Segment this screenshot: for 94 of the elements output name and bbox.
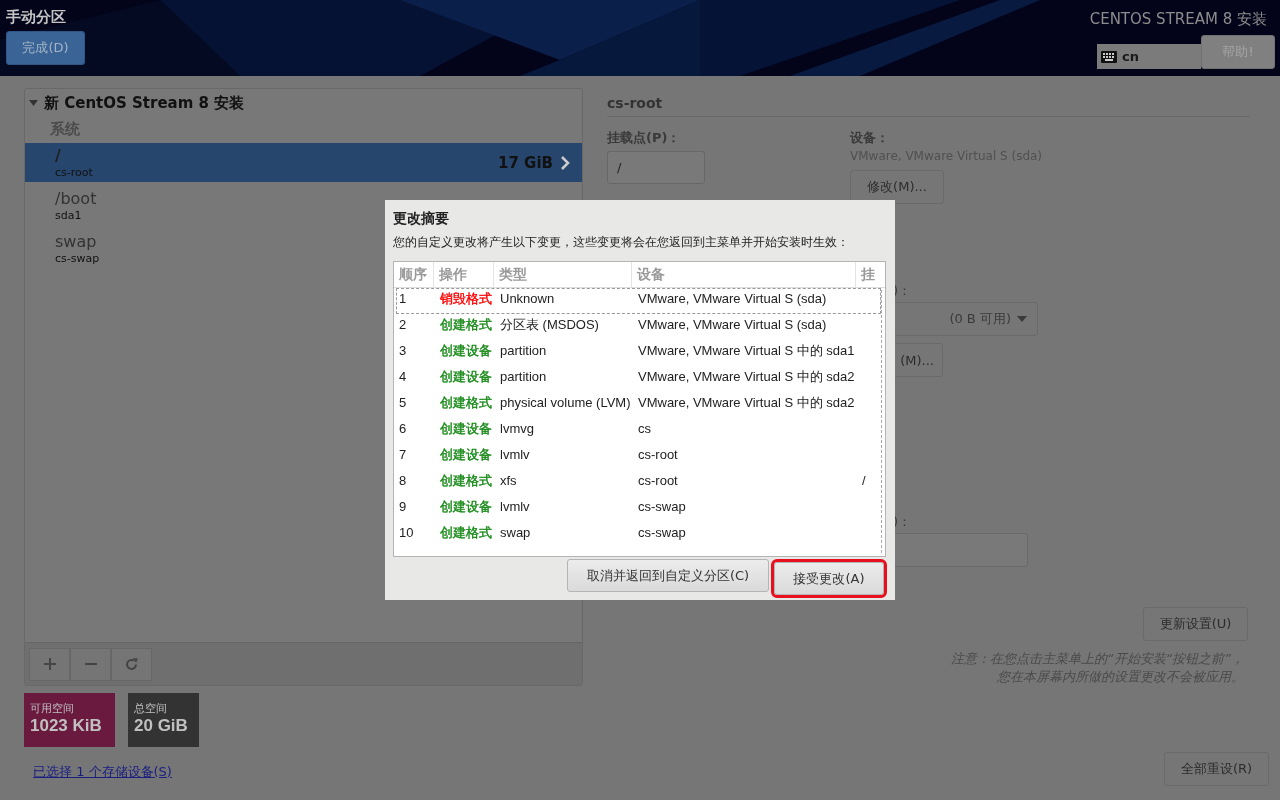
table-cell-text: 4 bbox=[398, 368, 408, 386]
expanded-arrow-icon[interactable] bbox=[29, 99, 39, 107]
table-cell-text: 6 bbox=[398, 420, 408, 438]
field-label: 挂载点(P)： bbox=[607, 129, 682, 147]
table-cell-text: partition bbox=[499, 342, 548, 360]
table-cell-text: 3 bbox=[398, 342, 408, 360]
table-cell-text: 创建设备 bbox=[439, 368, 493, 386]
table-cell-text: 销毁格式 bbox=[439, 290, 493, 308]
partition-name: cs-root bbox=[607, 94, 664, 113]
mount-point-label: /boot bbox=[55, 189, 97, 209]
remove-button[interactable] bbox=[70, 647, 111, 681]
minus-icon bbox=[84, 663, 97, 665]
table-cell-text: 10 bbox=[398, 524, 415, 542]
modify-button[interactable]: 修改(M)... bbox=[850, 170, 944, 204]
table-cell-text: cs-swap bbox=[637, 498, 687, 516]
partition-size: 17 GiB bbox=[498, 153, 553, 172]
chevron-right-icon bbox=[561, 155, 570, 170]
table-cell-text: lvmvg bbox=[499, 420, 535, 438]
table-cell-text: xfs bbox=[499, 472, 518, 490]
table-row[interactable]: 3 创建设备 partition VMware, VMware Virtual S 中的 sda1 bbox=[396, 340, 881, 366]
table-row[interactable]: 6 创建设备 lvmvg cs bbox=[396, 418, 881, 444]
table-cell-text: 创建设备 bbox=[439, 342, 493, 360]
table-cell-text: partition bbox=[499, 368, 548, 386]
refresh-icon bbox=[125, 657, 138, 671]
table-cell-text: swap bbox=[499, 524, 532, 542]
column-header[interactable]: 挂 bbox=[856, 262, 885, 287]
table-cell-text: 7 bbox=[398, 446, 408, 464]
table-cell-text: physical volume (LVM) bbox=[499, 394, 632, 412]
mount-point-label: swap bbox=[55, 232, 98, 252]
storage-link[interactable]: 已选择 1 个存储设备(S) bbox=[33, 763, 172, 781]
table-cell-text: 8 bbox=[398, 472, 408, 490]
table-cell-text: 5 bbox=[398, 394, 408, 412]
product-title: CENTOS STREAM 8 安装 bbox=[1089, 10, 1267, 29]
add-button[interactable] bbox=[29, 647, 70, 681]
table-cell-text: lvmlv bbox=[499, 446, 531, 464]
card-value: 1023 KiB bbox=[30, 716, 103, 736]
table-row[interactable]: 1 销毁格式 Unknown VMware, VMware Virtual S (sda) bbox=[396, 288, 881, 314]
mount-point-field[interactable]: / bbox=[607, 151, 705, 184]
card-value: 20 GiB bbox=[134, 716, 189, 736]
table-cell-text: 创建设备 bbox=[439, 420, 493, 438]
cancel-button[interactable]: 取消并返回到自定义分区(C) bbox=[567, 559, 769, 592]
table-cell-text: VMware, VMware Virtual S 中的 sda1 bbox=[637, 342, 856, 360]
table-cell-text: VMware, VMware Virtual S 中的 sda2 bbox=[637, 394, 856, 412]
accept-button[interactable]: 接受更改(A) bbox=[774, 562, 884, 595]
table-row[interactable]: 10 创建格式 swap cs-swap bbox=[396, 522, 881, 548]
reset-all-button[interactable]: 全部重设(R) bbox=[1164, 752, 1269, 786]
dialog-description: 您的自定义更改将产生以下变更，这些变更将会在您返回到主菜单并开始安装时生效： bbox=[393, 234, 850, 251]
column-header[interactable]: 操作 bbox=[434, 262, 494, 287]
table-cell-text: cs-root bbox=[637, 446, 679, 464]
table-cell-text: VMware, VMware Virtual S (sda) bbox=[637, 290, 828, 308]
table-row[interactable]: 4 创建设备 partition VMware, VMware Virtual S 中的 sda2 bbox=[396, 366, 881, 392]
table-cell-text: 分区表 (MSDOS) bbox=[499, 316, 600, 334]
done-button[interactable]: 完成(D) bbox=[6, 31, 85, 65]
table-cell-text: 2 bbox=[398, 316, 408, 334]
table-cell-text: 创建格式 bbox=[439, 316, 493, 334]
table-cell-text: 创建设备 bbox=[439, 498, 493, 516]
table-cell-text: 创建格式 bbox=[439, 524, 493, 542]
card-label: 总空间 bbox=[134, 701, 168, 716]
table-row[interactable]: 7 创建设备 lvmlv cs-root bbox=[396, 444, 881, 470]
plus-icon bbox=[43, 658, 56, 670]
column-header[interactable]: 顺序 bbox=[394, 262, 434, 287]
table-row[interactable]: 8 创建格式 xfs cs-root / bbox=[396, 470, 881, 496]
table-cell-text: VMware, VMware Virtual S 中的 sda2 bbox=[637, 368, 856, 386]
table-cell-text: 创建格式 bbox=[439, 472, 493, 490]
device-label: cs-swap bbox=[55, 252, 100, 265]
mount-point-label: / bbox=[55, 146, 62, 166]
column-header[interactable]: 设备 bbox=[632, 262, 856, 287]
table-cell-text: cs-root bbox=[637, 472, 679, 490]
screen-title: 手动分区 bbox=[6, 8, 66, 27]
table-cell-text: lvmlv bbox=[499, 498, 531, 516]
update-settings-button[interactable]: 更新设置(U) bbox=[1143, 607, 1248, 641]
table-cell-text: 9 bbox=[398, 498, 408, 516]
refresh-button[interactable] bbox=[111, 647, 152, 681]
table-row[interactable]: 9 创建设备 lvmlv cs-swap bbox=[396, 496, 881, 522]
table-cell-text: 创建设备 bbox=[439, 446, 493, 464]
field-label: 设备： bbox=[850, 129, 890, 147]
table-cell-text: 创建格式 bbox=[439, 394, 493, 412]
device-label: cs-root bbox=[55, 166, 93, 179]
tree-title: 新 CentOS Stream 8 安装 bbox=[44, 93, 245, 113]
table-row[interactable]: 2 创建格式 分区表 (MSDOS) VMware, VMware Virtual S (sda) bbox=[396, 314, 881, 340]
column-header[interactable]: 类型 bbox=[494, 262, 632, 287]
dialog-title: 更改摘要 bbox=[393, 209, 450, 228]
table-cell-text: cs-swap bbox=[637, 524, 687, 542]
keyboard-icon bbox=[1101, 50, 1117, 63]
table-cell-text: Unknown bbox=[499, 290, 556, 308]
caret-icon bbox=[1017, 316, 1027, 322]
keyboard-layout-field[interactable]: cn bbox=[1097, 44, 1201, 69]
table-row[interactable]: 5 创建格式 physical volume (LVM) VMware, VMware Virtual S 中的 sda2 bbox=[396, 392, 881, 418]
device-label: sda1 bbox=[55, 209, 83, 222]
table-cell-text: / bbox=[861, 472, 867, 490]
table-cell-text: cs bbox=[637, 420, 652, 438]
table-cell-text: VMware, VMware Virtual S (sda) bbox=[637, 316, 828, 334]
table-cell-text: 1 bbox=[398, 290, 408, 308]
card-label: 可用空间 bbox=[30, 701, 75, 716]
